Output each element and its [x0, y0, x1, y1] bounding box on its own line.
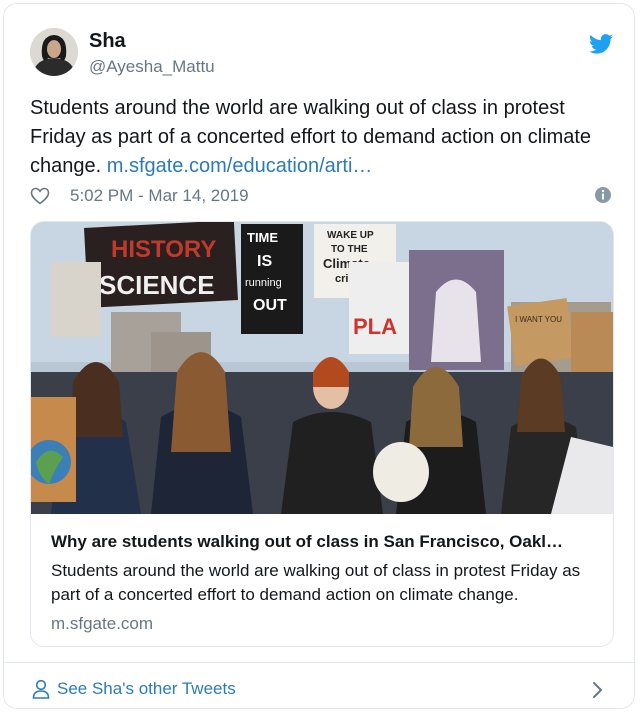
link-preview-card[interactable]: HISTORY SCIENCE TIME IS running OUT WAKE…	[30, 221, 614, 647]
author-name[interactable]: Sha	[89, 30, 126, 53]
tweet-timestamp[interactable]: 5:02 PM - Mar 14, 2019	[70, 186, 249, 206]
svg-text:OUT: OUT	[253, 297, 287, 314]
tweet-link[interactable]: m.sfgate.com/education/arti…	[107, 155, 373, 177]
svg-text:SCIENCE: SCIENCE	[99, 270, 215, 300]
link-card-title[interactable]: Why are students walking out of class in…	[51, 532, 599, 552]
svg-text:I WANT YOU: I WANT YOU	[515, 315, 562, 324]
protest-sign-time: TIME IS running OUT	[241, 224, 303, 334]
tweet-meta: 5:02 PM - Mar 14, 2019	[30, 184, 249, 208]
link-card-domain: m.sfgate.com	[51, 614, 154, 633]
author-handle[interactable]: @Ayesha_Mattu	[89, 57, 215, 77]
embedded-tweet-card: Sha @Ayesha_Mattu Students around the wo…	[3, 3, 635, 709]
svg-text:IS: IS	[257, 253, 272, 270]
svg-text:TIME: TIME	[247, 230, 278, 245]
article-photo: HISTORY SCIENCE TIME IS running OUT WAKE…	[31, 222, 613, 514]
see-other-tweets-link[interactable]: See Sha's other Tweets	[57, 679, 236, 699]
see-other-tweets-row[interactable]: See Sha's other Tweets	[4, 663, 634, 708]
protest-sign-planet: PLA	[349, 250, 504, 370]
avatar[interactable]	[30, 28, 78, 76]
link-card-description: Students around the world are walking ou…	[51, 561, 581, 604]
svg-text:WAKE UP: WAKE UP	[327, 230, 374, 241]
twitter-bird-icon[interactable]	[589, 34, 613, 54]
svg-text:HISTORY: HISTORY	[111, 236, 216, 263]
svg-text:TO THE: TO THE	[331, 244, 368, 255]
heart-icon[interactable]	[30, 187, 50, 205]
person-icon	[32, 679, 50, 699]
tweet-text: Students around the world are walking ou…	[30, 94, 620, 181]
chevron-right-icon[interactable]	[592, 681, 604, 699]
protest-sign-science: HISTORY SCIENCE	[84, 222, 238, 308]
svg-text:PLA: PLA	[353, 314, 397, 339]
info-icon[interactable]	[594, 186, 612, 204]
crowd	[31, 352, 613, 514]
svg-text:running: running	[245, 277, 282, 289]
